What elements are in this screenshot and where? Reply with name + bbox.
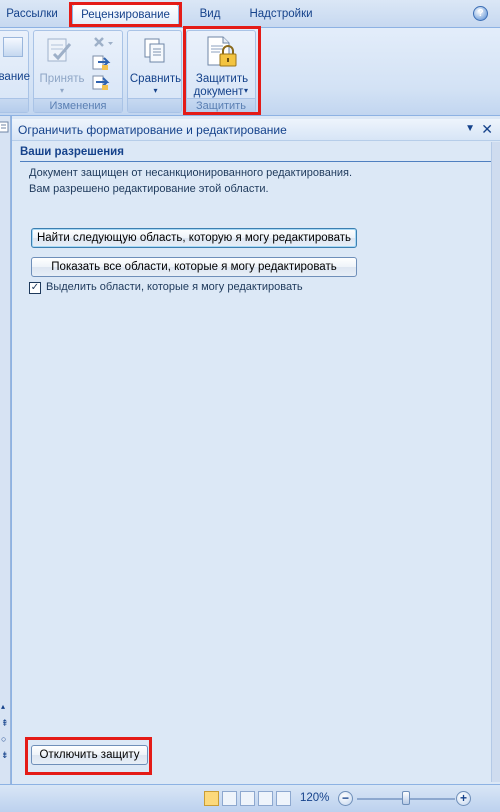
draft-view-icon[interactable] [276,791,291,806]
compare-group-label [128,98,181,112]
ribbon-group-compare: Сравнить ▾ [127,30,182,113]
reject-change-icon[interactable] [91,34,119,52]
changes-group-label: Изменения [34,98,122,112]
highlight-regions-checkbox[interactable]: ✓ [29,282,41,294]
full-screen-reading-view-icon[interactable] [222,791,237,806]
highlight-regions-label[interactable]: Выделить области, которые я могу редакти… [46,281,303,293]
status-bar: 120% − + [0,784,500,812]
select-browse-object-icon[interactable]: ○ [1,734,6,744]
pane-scrollbar[interactable] [491,142,500,782]
show-all-editable-regions-button[interactable]: Показать все области, которые я могу ред… [31,257,357,277]
web-layout-view-icon[interactable] [240,791,255,806]
highlight-stop-protection [25,737,152,775]
zoom-slider-thumb[interactable] [402,791,410,805]
document-left-strip: ▴ ⇞ ○ ⇟ [0,116,11,784]
outline-view-icon[interactable] [258,791,273,806]
restrict-formatting-pane: Ограничить форматирование и редактирован… [11,116,500,784]
print-layout-view-icon[interactable] [204,791,219,806]
help-icon[interactable]: ? [473,6,488,21]
ribbon-group-partial: вание [0,30,30,113]
highlight-protect-group [183,26,261,115]
compare-icon[interactable] [141,36,169,66]
pane-header: Ограничить форматирование и редактирован… [12,119,500,141]
partial-command-icon[interactable] [3,37,23,57]
protection-message-line1: Документ защищен от несанкционированного… [29,167,353,179]
partial-group-label [0,98,28,112]
partial-command-label[interactable]: вание [0,71,30,84]
find-next-editable-region-button[interactable]: Найти следующую область, которую я могу … [31,228,357,248]
previous-change-icon[interactable] [91,54,111,72]
pane-options-dropdown-icon[interactable]: ▼ [465,123,475,134]
tab-view[interactable]: Вид [193,4,227,25]
accept-dropdown-arrow-icon[interactable]: ▾ [36,84,88,97]
ribbon-group-changes: Принять ▾ Изменения [33,30,123,113]
highlight-review-tab [69,2,182,27]
permissions-section-title: Ваши разрешения [20,146,494,162]
browse-next-icon[interactable]: ⇟ [1,750,9,761]
protection-message-line2: Вам разрешено редактирование этой област… [29,183,269,195]
pane-title: Ограничить форматирование и редактирован… [18,123,287,137]
zoom-in-icon[interactable]: + [456,791,471,806]
accept-change-icon[interactable] [44,36,74,66]
tab-addins[interactable]: Надстройки [243,4,319,25]
tab-mailings[interactable]: Рассылки [2,4,62,25]
scroll-up-arrow-icon[interactable]: ▴ [1,702,5,711]
zoom-out-icon[interactable]: − [338,791,353,806]
compare-dropdown-arrow-icon[interactable]: ▾ [128,84,183,97]
next-change-icon[interactable] [91,74,111,92]
ruler-toggle-icon[interactable] [0,120,10,134]
zoom-level[interactable]: 120% [300,792,329,804]
browse-previous-icon[interactable]: ⇞ [1,718,9,729]
pane-close-icon[interactable]: ✕ [481,121,493,138]
